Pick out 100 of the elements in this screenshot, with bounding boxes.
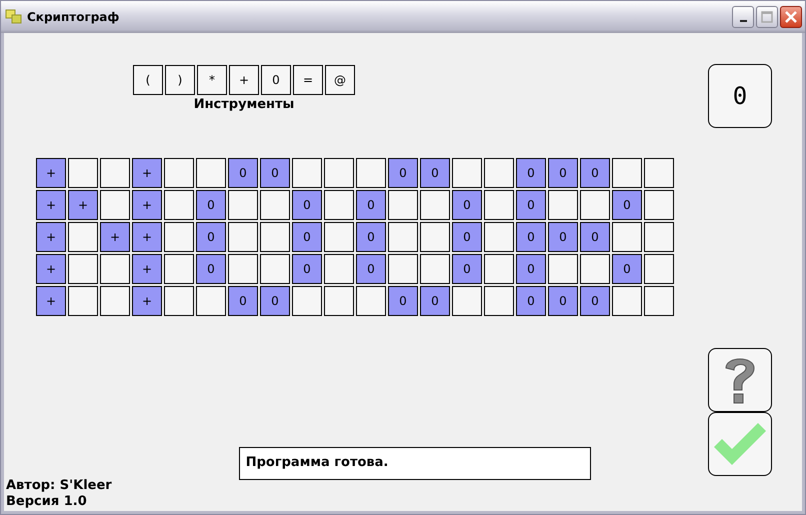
grid-cell[interactable]: + [36, 254, 66, 284]
tool-button[interactable]: @ [325, 65, 355, 95]
grid-cell[interactable] [612, 286, 642, 316]
grid-cell[interactable] [580, 254, 610, 284]
grid-cell[interactable]: 0 [516, 254, 546, 284]
tool-button[interactable]: + [229, 65, 259, 95]
grid-cell[interactable]: 0 [228, 286, 258, 316]
counter-button[interactable]: 0 [708, 64, 772, 128]
grid-cell[interactable]: 0 [356, 254, 386, 284]
tool-button[interactable]: * [197, 65, 227, 95]
grid-cell[interactable]: 0 [420, 286, 450, 316]
grid-cell[interactable]: 0 [612, 190, 642, 220]
grid-cell[interactable]: 0 [580, 286, 610, 316]
grid-cell[interactable]: 0 [516, 158, 546, 188]
grid-cell[interactable] [260, 222, 290, 252]
grid-cell[interactable] [420, 254, 450, 284]
tool-button[interactable]: ) [165, 65, 195, 95]
close-button[interactable] [780, 6, 802, 28]
grid-cell[interactable] [548, 190, 578, 220]
grid-cell[interactable] [292, 286, 322, 316]
grid-cell[interactable]: + [132, 190, 162, 220]
grid-cell[interactable] [644, 190, 674, 220]
grid-cell[interactable]: 0 [196, 222, 226, 252]
grid-cell[interactable]: 0 [580, 158, 610, 188]
grid-cell[interactable] [100, 158, 130, 188]
grid-cell[interactable]: 0 [260, 286, 290, 316]
maximize-button[interactable] [756, 6, 778, 28]
grid-cell[interactable] [452, 158, 482, 188]
grid-cell[interactable] [324, 286, 354, 316]
grid-cell[interactable]: 0 [516, 190, 546, 220]
grid-cell[interactable] [68, 286, 98, 316]
grid-cell[interactable] [68, 254, 98, 284]
grid-cell[interactable] [484, 286, 514, 316]
grid-cell[interactable]: 0 [548, 158, 578, 188]
grid-cell[interactable]: + [132, 222, 162, 252]
grid-cell[interactable] [164, 286, 194, 316]
grid-cell[interactable] [356, 286, 386, 316]
grid-cell[interactable] [228, 222, 258, 252]
grid-cell[interactable]: + [100, 222, 130, 252]
grid-cell[interactable]: + [36, 222, 66, 252]
grid-cell[interactable] [260, 254, 290, 284]
minimize-button[interactable] [732, 6, 754, 28]
grid-cell[interactable] [292, 158, 322, 188]
grid-cell[interactable] [484, 222, 514, 252]
grid-cell[interactable] [100, 254, 130, 284]
grid-cell[interactable] [644, 158, 674, 188]
grid-cell[interactable] [164, 254, 194, 284]
grid-cell[interactable] [228, 190, 258, 220]
tool-button[interactable]: 0 [261, 65, 291, 95]
grid-cell[interactable] [324, 190, 354, 220]
grid-cell[interactable] [68, 158, 98, 188]
grid-cell[interactable] [164, 158, 194, 188]
grid-cell[interactable] [100, 190, 130, 220]
grid-cell[interactable] [260, 190, 290, 220]
grid-cell[interactable] [644, 254, 674, 284]
grid-cell[interactable]: 0 [580, 222, 610, 252]
tool-button[interactable]: = [293, 65, 323, 95]
grid-cell[interactable] [324, 158, 354, 188]
grid-cell[interactable]: 0 [292, 222, 322, 252]
grid-cell[interactable] [612, 158, 642, 188]
grid-cell[interactable] [164, 222, 194, 252]
grid-cell[interactable]: 0 [356, 222, 386, 252]
grid-cell[interactable] [548, 254, 578, 284]
grid-cell[interactable] [420, 222, 450, 252]
grid-cell[interactable]: + [36, 286, 66, 316]
grid-cell[interactable] [196, 158, 226, 188]
grid-cell[interactable]: + [132, 286, 162, 316]
grid-cell[interactable]: 0 [260, 158, 290, 188]
grid-cell[interactable]: 0 [548, 222, 578, 252]
help-button[interactable] [708, 348, 772, 412]
grid-cell[interactable] [612, 222, 642, 252]
grid-cell[interactable]: 0 [388, 286, 418, 316]
grid-cell[interactable]: + [132, 158, 162, 188]
grid-cell[interactable]: 0 [452, 222, 482, 252]
grid-cell[interactable]: 0 [228, 158, 258, 188]
grid-cell[interactable]: 0 [452, 254, 482, 284]
grid-cell[interactable] [196, 286, 226, 316]
grid-cell[interactable]: 0 [292, 254, 322, 284]
grid-cell[interactable]: 0 [356, 190, 386, 220]
grid-cell[interactable] [388, 254, 418, 284]
grid-cell[interactable]: 0 [388, 158, 418, 188]
grid-cell[interactable]: 0 [612, 254, 642, 284]
grid-cell[interactable] [388, 190, 418, 220]
grid-cell[interactable] [452, 286, 482, 316]
grid-cell[interactable] [644, 222, 674, 252]
tool-button[interactable]: ( [133, 65, 163, 95]
grid-cell[interactable]: 0 [452, 190, 482, 220]
grid-cell[interactable] [644, 286, 674, 316]
grid-cell[interactable]: + [132, 254, 162, 284]
grid-cell[interactable] [324, 254, 354, 284]
grid-cell[interactable] [324, 222, 354, 252]
grid-cell[interactable]: 0 [420, 158, 450, 188]
grid-cell[interactable]: + [68, 190, 98, 220]
grid-cell[interactable] [388, 222, 418, 252]
grid-cell[interactable]: 0 [292, 190, 322, 220]
grid-cell[interactable] [356, 158, 386, 188]
grid-cell[interactable] [228, 254, 258, 284]
grid-cell[interactable]: 0 [196, 190, 226, 220]
grid-cell[interactable] [100, 286, 130, 316]
grid-cell[interactable] [164, 190, 194, 220]
